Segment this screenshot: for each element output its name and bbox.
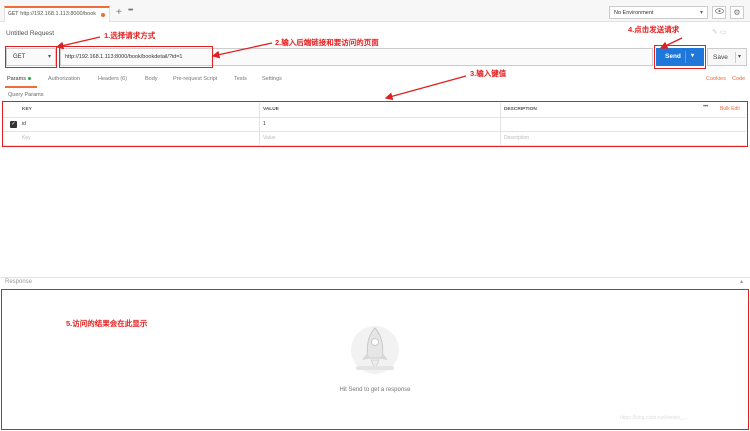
annotation-4: 4.点击发送请求 bbox=[628, 25, 680, 34]
annotation-1: 1.选择请求方式 bbox=[104, 31, 156, 40]
annotation-arrows bbox=[55, 36, 683, 101]
annotation-arrow-1 bbox=[55, 36, 101, 50]
annotation-3: 3.输入键值 bbox=[470, 69, 507, 78]
annotation-5: 5.访问的结果会在此显示 bbox=[66, 319, 148, 328]
annotation-arrow-2 bbox=[211, 42, 273, 59]
annotation-arrow-3 bbox=[384, 75, 467, 101]
annotation-2: 2.输入后端链接和要访问的页面 bbox=[275, 38, 379, 47]
annotation-arrow-4 bbox=[659, 37, 683, 49]
